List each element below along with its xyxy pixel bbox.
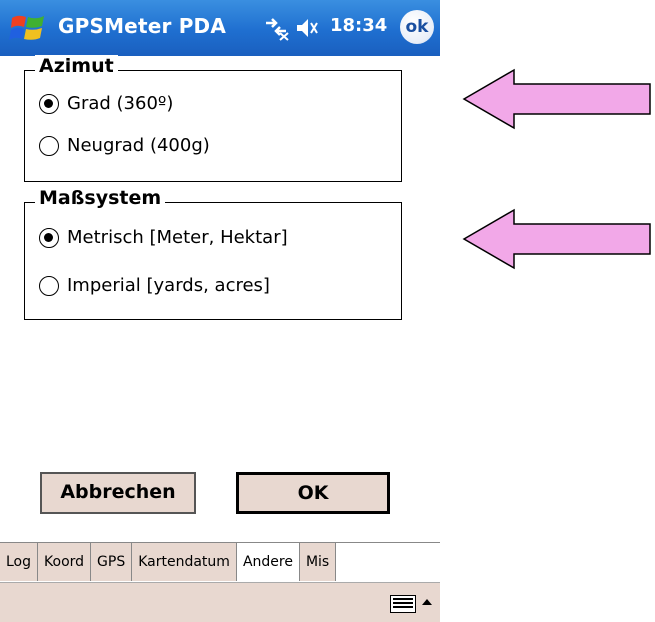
clock[interactable]: 18:34 bbox=[330, 15, 387, 36]
ok-title-button[interactable]: ok bbox=[400, 10, 434, 44]
radio-button-checked[interactable] bbox=[39, 227, 59, 248]
connectivity-icon[interactable] bbox=[262, 13, 290, 41]
masssystem-legend: Maßsystem bbox=[35, 187, 166, 209]
menu-bar bbox=[0, 582, 440, 622]
radio-imperial[interactable]: Imperial [yards, acres] bbox=[39, 275, 270, 296]
radio-button[interactable] bbox=[39, 135, 59, 156]
ok-button[interactable]: OK bbox=[236, 472, 390, 514]
tab-kartendatum[interactable]: Kartendatum bbox=[132, 543, 237, 581]
tab-log[interactable]: Log bbox=[0, 543, 39, 581]
radio-button-checked[interactable] bbox=[39, 93, 59, 114]
app-title: GPSMeter PDA bbox=[58, 14, 227, 38]
radio-label: Neugrad (400g) bbox=[67, 135, 210, 156]
radio-neugrad[interactable]: Neugrad (400g) bbox=[39, 135, 210, 156]
tab-strip: Log Koord GPS Kartendatum Andere Mis bbox=[0, 542, 440, 583]
radio-metrisch[interactable]: Metrisch [Meter, Hektar] bbox=[39, 227, 288, 248]
tab-mis[interactable]: Mis bbox=[299, 543, 337, 581]
radio-label: Grad (360º) bbox=[67, 93, 174, 114]
cancel-button[interactable]: Abbrechen bbox=[40, 472, 196, 514]
windows-flag-icon[interactable] bbox=[8, 8, 48, 48]
masssystem-group: Maßsystem Metrisch [Meter, Hektar] Imper… bbox=[24, 187, 402, 320]
sip-up-arrow-icon[interactable] bbox=[420, 595, 434, 609]
radio-label: Metrisch [Meter, Hektar] bbox=[67, 227, 288, 248]
radio-label: Imperial [yards, acres] bbox=[67, 275, 270, 296]
pda-screen: GPSMeter PDA 18:34 ok Azimut Grad (360º)… bbox=[0, 0, 440, 622]
tab-koord[interactable]: Koord bbox=[38, 543, 92, 581]
azimut-group: Azimut Grad (360º) Neugrad (400g) bbox=[24, 55, 402, 182]
title-bar: GPSMeter PDA 18:34 ok bbox=[0, 0, 440, 56]
keyboard-icon[interactable] bbox=[390, 595, 416, 613]
radio-grad[interactable]: Grad (360º) bbox=[39, 93, 173, 114]
tab-andere[interactable]: Andere bbox=[236, 543, 300, 581]
left-arrow-icon bbox=[462, 208, 651, 270]
tab-gps[interactable]: GPS bbox=[91, 543, 133, 581]
azimut-legend: Azimut bbox=[35, 55, 118, 77]
speaker-icon[interactable] bbox=[294, 15, 320, 41]
radio-button[interactable] bbox=[39, 275, 59, 296]
left-arrow-icon bbox=[462, 68, 651, 130]
